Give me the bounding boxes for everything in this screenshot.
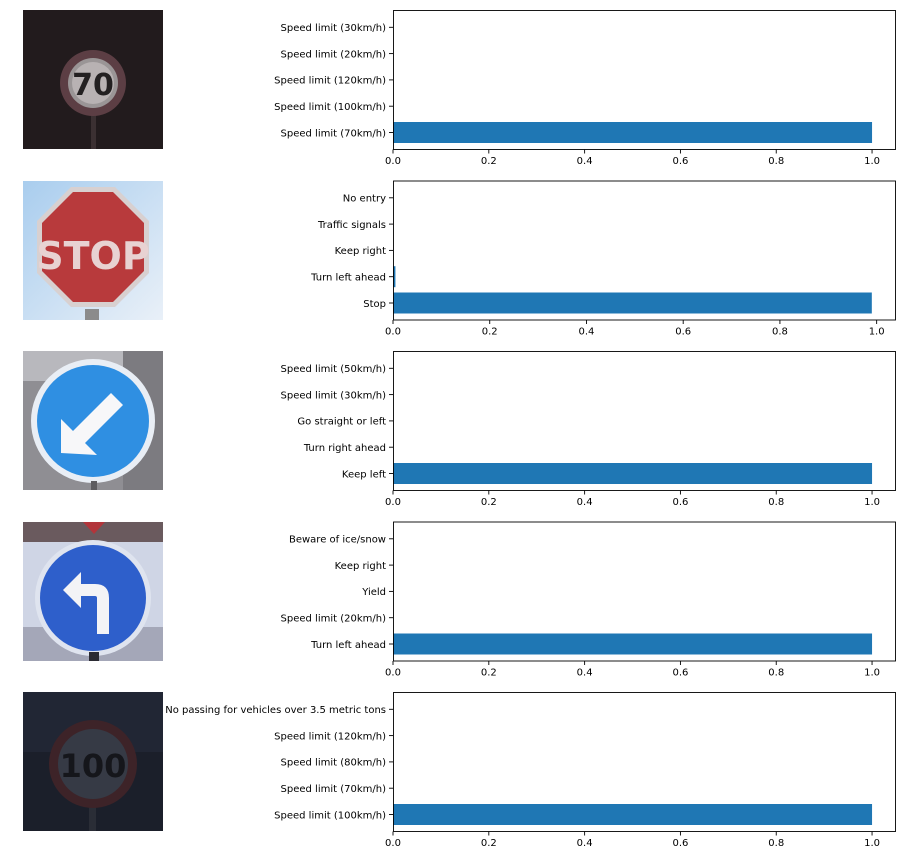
y-tick-label: Keep right [335,246,386,257]
bar [393,122,873,143]
chart-1: Speed limit (70km/h) Speed limit (100km/h… [274,10,896,167]
x-tick-label: 0.2 [481,497,497,508]
x-tick-label: 0.2 [481,668,497,679]
x-tick-label: 0.6 [672,668,688,679]
y-tick-label: Turn left ahead [310,273,386,284]
x-tick-label: 0.0 [385,497,401,508]
y-tick-label: Speed limit (30km/h) [281,390,387,401]
bar [393,292,872,314]
x-tick-label: 0.2 [481,156,497,167]
x-tick-label: 0.6 [675,327,691,338]
y-tick-label: Speed limit (70km/h) [281,784,387,795]
y-tick-label: Speed limit (100km/h) [274,810,386,821]
y-tick-label: Speed limit (80km/h) [281,758,387,769]
chart-2: Stop Turn left ahead Keep right Traffic sig… [310,180,896,338]
y-tick-label: Speed limit (120km/h) [274,731,386,742]
x-tick-label: 0.4 [577,838,593,849]
figure: 70 STOP 100 Speed limit (70km/h) Speed l… [0,0,906,856]
x-tick-label: 1.0 [864,156,880,167]
y-tick-label: Keep right [335,561,386,572]
x-tick-label: 0.4 [579,327,595,338]
y-tick-label: Speed limit (100km/h) [274,102,386,113]
y-tick-label: Turn left ahead [310,640,386,651]
x-tick-label: 0.6 [672,838,688,849]
y-tick-label: Speed limit (30km/h) [281,23,387,34]
charts-canvas: Speed limit (70km/h)Speed limit (100km/h… [165,10,896,849]
x-tick-label: 0.0 [385,838,401,849]
x-tick-label: 0.4 [577,497,593,508]
x-tick-label: 0.2 [482,327,498,338]
y-tick-label: Turn right ahead [303,443,386,454]
chart-5: Speed limit (100km/h) Speed limit (70km/h… [165,692,896,849]
x-tick-label: 0.8 [768,668,784,679]
y-tick-label: Yield [361,587,386,598]
y-tick-label: Speed limit (20km/h) [281,614,387,625]
y-tick-label: Speed limit (50km/h) [281,364,387,375]
x-tick-label: 1.0 [864,838,880,849]
y-tick-label: Stop [363,299,386,310]
y-tick-label: Speed limit (120km/h) [274,76,386,87]
y-tick-label: Traffic signals [317,220,386,231]
x-tick-label: 0.8 [768,156,784,167]
y-tick-label: Keep left [342,469,386,480]
x-tick-label: 1.0 [869,327,885,338]
x-tick-label: 0.0 [385,668,401,679]
x-tick-label: 0.8 [768,497,784,508]
bar [393,633,873,655]
x-tick-label: 0.8 [768,838,784,849]
x-tick-label: 1.0 [864,497,880,508]
bar [393,804,873,825]
x-tick-label: 0.0 [385,327,401,338]
bar [393,463,873,484]
x-tick-label: 0.0 [385,156,401,167]
chart-3: Keep left Turn right ahead Go straight or … [281,351,896,508]
x-tick-label: 0.4 [577,156,593,167]
x-tick-label: 0.8 [772,327,788,338]
y-tick-label: Go straight or left [297,417,386,428]
y-tick-label: Beware of ice/snow [289,535,386,546]
y-tick-label: Speed limit (70km/h) [281,128,387,139]
x-tick-label: 0.2 [481,838,497,849]
chart-4: Turn left ahead Speed limit (20km/h) Yield… [281,521,896,679]
x-tick-label: 0.6 [672,156,688,167]
y-tick-label: No entry [343,194,386,205]
y-tick-label: No passing for vehicles over 3.5 metric … [165,705,386,716]
x-tick-label: 0.4 [577,668,593,679]
x-tick-label: 0.6 [672,497,688,508]
x-tick-label: 1.0 [864,668,880,679]
y-tick-label: Speed limit (20km/h) [281,49,387,60]
